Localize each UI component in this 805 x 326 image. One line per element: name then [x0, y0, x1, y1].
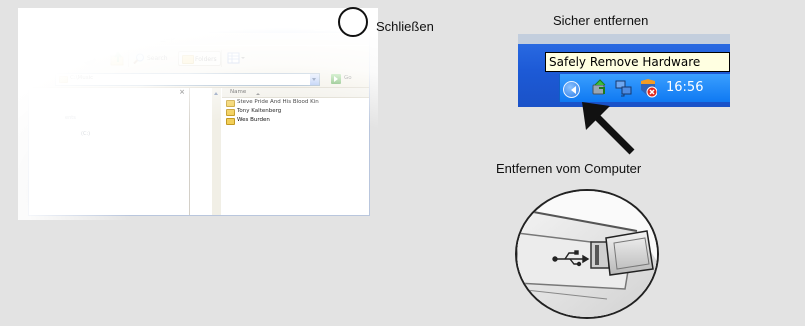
usb-photo-circle [515, 189, 659, 319]
title-bar: Music [29, 15, 369, 33]
menu-view[interactable]: View [78, 33, 92, 45]
file-name: Tony Kaltenberg [237, 108, 282, 114]
folder-icon [33, 19, 45, 29]
menu-edit[interactable]: Edit [57, 33, 69, 45]
folders-label: Folders [195, 56, 217, 63]
menu-favorites[interactable]: Favorites [101, 33, 128, 45]
safely-remove-label: Sicher entfernen [553, 13, 649, 28]
column-header-name[interactable]: Name [222, 88, 369, 98]
folder-icon [226, 118, 235, 125]
scroll-up-icon[interactable] [213, 89, 220, 96]
pointer-arrow [582, 102, 635, 155]
address-bar: C:\Music Go [29, 71, 369, 88]
column-name-label: Name [230, 89, 247, 95]
tree-item[interactable]: ents [65, 115, 76, 121]
file-name: Steve Pride And His Blood Kin [237, 99, 319, 105]
tree-item[interactable]: (C:) [81, 131, 90, 137]
go-label[interactable]: Go [344, 75, 352, 81]
toolbar: Back Search Folders [29, 45, 369, 72]
folder-icon [59, 76, 68, 83]
menu-tools[interactable]: Tools [137, 33, 152, 45]
address-field[interactable]: C:\Music [55, 73, 320, 86]
scrollbar[interactable] [212, 88, 221, 215]
menu-bar: File Edit View Favorites Tools Help [29, 33, 369, 45]
taskbar: 16:56 Safely Remove Hardware [518, 34, 730, 107]
folder-icon [182, 55, 194, 64]
minimize-button[interactable] [313, 17, 327, 31]
file-list: Name Steve Pride And His Blood Kin Tony … [222, 88, 369, 215]
address-value: C:\Music [70, 75, 94, 81]
window-title: Music [48, 18, 74, 27]
go-button[interactable] [331, 74, 341, 84]
up-folder-icon[interactable] [110, 51, 124, 66]
menu-file[interactable]: File [38, 33, 48, 45]
close-pane-button[interactable]: × [179, 88, 185, 97]
safely-remove-hardware-icon[interactable] [591, 79, 608, 97]
folders-button[interactable]: Folders [178, 51, 221, 66]
explorer-window: Music File Edit View Favorites Tools Help Bac… [28, 14, 370, 216]
search-button[interactable]: Search [133, 51, 168, 66]
address-dropdown[interactable] [310, 74, 319, 85]
clock[interactable]: 16:56 [666, 80, 703, 95]
security-alert-icon[interactable] [639, 78, 657, 98]
forward-icon[interactable] [83, 52, 96, 65]
usb-port-illustration [517, 191, 657, 317]
views-icon[interactable] [227, 52, 245, 64]
tooltip: Safely Remove Hardware [545, 52, 730, 72]
search-label: Search [147, 55, 168, 62]
taskbar-top [518, 34, 730, 44]
close-highlight-circle [338, 7, 368, 37]
toolbar-separator [221, 50, 222, 67]
back-label: Back [50, 55, 65, 62]
folders-pane: × ents (C:) [29, 88, 190, 215]
close-label: Schließen [376, 19, 434, 34]
sort-ascending-icon [256, 91, 260, 95]
menu-help[interactable]: Help [161, 33, 175, 45]
folder-icon [226, 109, 235, 116]
show-hidden-icons-chevron[interactable] [563, 81, 580, 98]
network-icon[interactable] [615, 79, 633, 97]
folder-icon [226, 100, 235, 107]
remove-from-computer-label: Entfernen vom Computer [496, 161, 642, 176]
back-button[interactable]: Back [34, 51, 65, 66]
folders-pane-header: × [29, 88, 189, 97]
toolbar-separator [128, 50, 129, 67]
back-icon [34, 51, 47, 64]
search-icon [133, 53, 144, 64]
file-name: Wes Burden [237, 117, 270, 123]
